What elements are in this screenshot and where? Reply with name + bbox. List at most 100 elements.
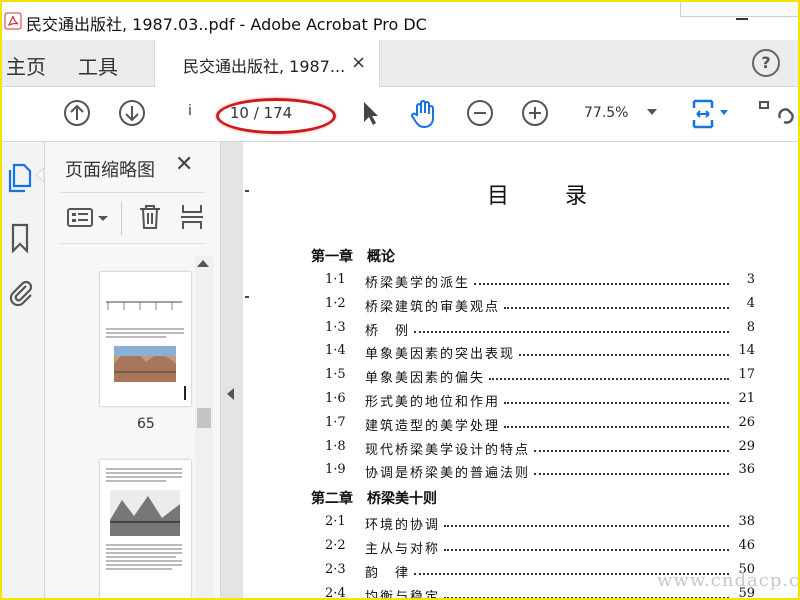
- toc-entry[interactable]: 2·2 主从与对称 46: [325, 538, 755, 558]
- toc-entry[interactable]: 1·5 单象美因素的偏失 17: [325, 367, 755, 387]
- toc-entry[interactable]: 1·4 单象美因素的突出表现 14: [325, 343, 755, 363]
- toc-entry-number: 1·4: [325, 343, 346, 359]
- toc-entry-title: 单象美因素的突出表现: [365, 347, 516, 363]
- toc-leader-dots: [519, 354, 729, 357]
- zoom-level[interactable]: 77.5%: [584, 105, 628, 121]
- title-bar: 民交通出版社, 1987.03..pdf - Adobe Acrobat Pro…: [2, 2, 798, 40]
- toc-leader-dots: [414, 330, 729, 333]
- toc-entry-number: 2·2: [325, 538, 346, 553]
- arrow-up-circle-icon[interactable]: [62, 98, 92, 128]
- fit-page-icon[interactable]: [690, 98, 732, 130]
- toc-entry-page: 17: [738, 367, 755, 383]
- tab-tools[interactable]: 工具: [78, 51, 118, 80]
- toc-entry-page: 36: [738, 462, 755, 478]
- toc-entry-title: 桥梁建筑的审美观点: [365, 299, 501, 315]
- toc-entry[interactable]: 1·7 建筑造型的美学处理 26: [325, 415, 755, 435]
- pages-icon[interactable]: [6, 162, 36, 194]
- thumbnail-options-icon[interactable]: [67, 207, 113, 229]
- chapter-heading[interactable]: 第二章 桥梁美十则: [311, 488, 437, 508]
- toc-leader-dots: [534, 473, 729, 476]
- hand-icon[interactable]: [408, 98, 442, 130]
- toc-entry[interactable]: 1·1 桥梁美学的派生 3: [325, 272, 755, 292]
- navigation-rail: [2, 142, 45, 598]
- chevron-down-icon[interactable]: [647, 109, 657, 115]
- toc-entry-number: 2·1: [325, 514, 346, 530]
- toc-entry-number: 2·4: [325, 585, 346, 600]
- toc-entry-title: 协调是桥梁美的普遍法则: [365, 466, 531, 482]
- bookmark-icon[interactable]: [6, 222, 36, 254]
- thumbnail-pane: 页面缩略图 ✕ 65: [45, 142, 221, 598]
- toc-leader-dots: [444, 549, 729, 551]
- active-panel-pointer-icon: [35, 168, 44, 182]
- scroll-up-icon[interactable]: [197, 260, 209, 267]
- page-thumbnail-image: [106, 301, 186, 400]
- toc-entry[interactable]: 1·8 现代桥梁美学设计的特点 29: [325, 439, 755, 459]
- toc-leader-dots: [504, 425, 729, 428]
- page-number-input[interactable]: i: [180, 103, 200, 119]
- window-title: 民交通出版社, 1987.03..pdf - Adobe Acrobat Pro…: [26, 15, 427, 34]
- toc-entry-title: 均衡与稳定: [365, 589, 441, 600]
- minimize-icon[interactable]: [736, 18, 748, 20]
- toc-entry[interactable]: 2·1 环境的协调 38: [325, 514, 755, 534]
- help-icon[interactable]: ?: [752, 49, 780, 77]
- toc-leader-dots: [444, 596, 729, 598]
- toc-entry-page: 21: [738, 391, 755, 406]
- page-thumbnail-image: [106, 468, 182, 570]
- toc-entry-title: 环境的协调: [365, 518, 441, 534]
- toolbar: i 10 / 174 77.5%: [2, 87, 798, 142]
- comment-link-icon[interactable]: [758, 98, 798, 128]
- arrow-down-circle-icon[interactable]: [117, 98, 147, 128]
- toc-entry-title: 现代桥梁美学设计的特点: [365, 442, 531, 458]
- toc-entry-page: 26: [738, 414, 755, 430]
- tab-bar: 主页 工具 民交通出版社, 1987... × ?: [2, 40, 798, 87]
- page-thumbnail[interactable]: [100, 460, 191, 598]
- paperclip-icon[interactable]: [6, 276, 36, 308]
- toc-entry-page: 29: [738, 438, 755, 454]
- margin-mark: [245, 190, 249, 192]
- tab-document[interactable]: 民交通出版社, 1987... ×: [154, 40, 380, 87]
- divider: [121, 201, 122, 235]
- trash-icon[interactable]: [137, 203, 163, 231]
- tab-home[interactable]: 主页: [6, 51, 46, 80]
- scrollbar-thumb[interactable]: [197, 408, 211, 428]
- chapter-heading[interactable]: 第一章 概论: [311, 246, 395, 266]
- toc-leader-dots: [474, 283, 729, 285]
- toc-entry-page: 8: [746, 319, 755, 335]
- insert-page-icon[interactable]: [179, 203, 205, 231]
- toc-entry-title: 形式美的地位和作用: [365, 395, 501, 410]
- cursor-arrow-icon[interactable]: [358, 98, 382, 128]
- toc-entry-title: 桥梁美学的派生: [365, 276, 471, 291]
- toc-leader-dots: [444, 525, 729, 528]
- toc-entry-number: 1·6: [325, 391, 346, 406]
- toc-entry[interactable]: 1·9 协调是桥梁美的普遍法则 36: [325, 462, 755, 482]
- toc-entry-number: 1·9: [325, 462, 346, 478]
- pane-collapse-handle[interactable]: [221, 142, 243, 598]
- toc-entry-title: 主从与对称: [365, 542, 441, 557]
- toc-entry-page: 38: [738, 514, 755, 530]
- minus-circle-icon[interactable]: [465, 98, 495, 128]
- watermark: www.cndacp.com: [657, 570, 800, 591]
- acrobat-logo-icon: [4, 12, 22, 30]
- toc-leader-dots: [504, 402, 729, 404]
- toc-entry-page: 46: [738, 538, 755, 553]
- thumbnail-page-label: 65: [137, 416, 155, 432]
- plus-circle-icon[interactable]: [520, 98, 550, 128]
- close-tab-icon[interactable]: ×: [351, 52, 366, 73]
- toc-entry-page: 4: [746, 295, 755, 311]
- window-controls[interactable]: [680, 2, 798, 17]
- chevron-left-icon[interactable]: [227, 388, 234, 400]
- margin-mark: [245, 296, 249, 298]
- toc-entry-title: 桥 例: [365, 323, 411, 339]
- page-thumbnail[interactable]: [100, 272, 191, 406]
- close-icon[interactable]: ✕: [175, 152, 193, 177]
- toc-entry[interactable]: 1·2 桥梁建筑的审美观点 4: [325, 296, 755, 316]
- toc-entry-number: 1·8: [325, 438, 346, 454]
- toc-entry-number: 1·1: [325, 272, 346, 287]
- toc-entry-number: 1·7: [325, 414, 346, 430]
- toc-entry-number: 1·2: [325, 295, 346, 311]
- toc-entry-page: 3: [746, 272, 755, 287]
- toc-entry-title: 建筑造型的美学处理: [365, 418, 501, 434]
- toc-entry[interactable]: 1·3 桥 例 8: [325, 320, 755, 340]
- toc-entry[interactable]: 1·6 形式美的地位和作用 21: [325, 391, 755, 411]
- document-page: 目录 第一章 概论 1·1 桥梁美学的派生 3 1·2 桥梁建筑的审美观点 4 1·3 桥 例 8…: [243, 142, 798, 598]
